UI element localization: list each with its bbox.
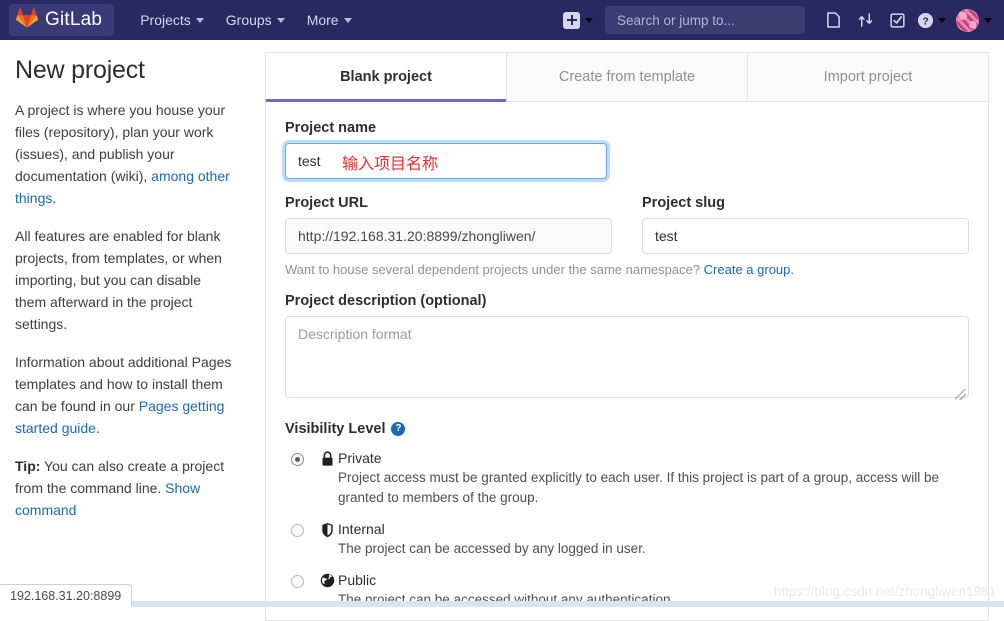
visibility-private-body: Private Project access must be granted e… xyxy=(338,450,969,508)
visibility-level-label: Visibility Level xyxy=(285,421,385,437)
search-input[interactable] xyxy=(615,12,796,29)
project-name-label: Project name xyxy=(285,120,969,136)
status-bar-text: 192.168.31.20:8899 xyxy=(10,589,121,603)
sidebar-paragraph-tip: Tip: You can also create a project from … xyxy=(15,455,232,521)
horizontal-scrollbar[interactable] xyxy=(0,601,1004,607)
visibility-private-desc: Project access must be granted explicitl… xyxy=(338,468,969,508)
watermark: https://blog.csdn.net/zhongliwen1981 xyxy=(774,584,996,599)
brand-label: GitLab xyxy=(45,9,102,31)
svg-text:?: ? xyxy=(922,16,928,27)
nav-groups-label: Groups xyxy=(226,12,272,28)
avatar xyxy=(956,9,979,32)
sidebar-paragraph-2: All features are enabled for blank proje… xyxy=(15,225,232,335)
project-url-label: Project URL xyxy=(285,195,612,211)
visibility-option-private[interactable]: Private Project access must be granted e… xyxy=(285,450,969,508)
tab-import-project[interactable]: Import project xyxy=(748,53,988,101)
user-menu[interactable] xyxy=(946,9,992,32)
main-content: Blank project Create from template Impor… xyxy=(265,52,989,621)
status-bar: 192.168.31.20:8899 xyxy=(0,584,132,607)
project-slug-group: Project slug xyxy=(642,195,969,254)
plus-square-icon xyxy=(563,12,580,29)
create-a-group-link[interactable]: Create a group. xyxy=(704,262,794,277)
radio-internal[interactable] xyxy=(291,524,304,537)
todos-icon[interactable] xyxy=(881,5,913,35)
project-description-textarea[interactable] xyxy=(285,316,969,398)
lock-icon xyxy=(316,451,338,508)
new-project-form: Project name 输入项目名称 Project URL Project … xyxy=(265,102,989,621)
gitlab-fox-logo xyxy=(16,7,38,33)
top-navbar: GitLab Projects Groups More xyxy=(0,0,1004,40)
nav-item-projects[interactable]: Projects xyxy=(130,3,214,37)
sidebar-info: New project A project is where you house… xyxy=(0,40,248,537)
tab-blank-project-label: Blank project xyxy=(340,69,432,85)
chevron-down-icon xyxy=(344,18,352,23)
nav-item-more[interactable]: More xyxy=(297,3,362,37)
issues-icon[interactable] xyxy=(817,5,849,35)
visibility-internal-name: Internal xyxy=(338,521,969,537)
visibility-private-name: Private xyxy=(338,450,969,466)
tab-import-project-label: Import project xyxy=(824,69,913,85)
radio-public[interactable] xyxy=(291,575,304,588)
url-slug-row: Project URL Project slug xyxy=(285,195,969,254)
page-body: New project A project is where you house… xyxy=(0,40,1004,607)
chevron-down-icon xyxy=(277,18,285,23)
namespace-hint-text: Want to house several dependent projects… xyxy=(285,262,704,277)
tab-create-from-template[interactable]: Create from template xyxy=(507,53,748,101)
project-name-input[interactable] xyxy=(285,143,607,179)
tab-blank-project[interactable]: Blank project xyxy=(266,53,507,101)
namespace-hint: Want to house several dependent projects… xyxy=(285,262,969,277)
visibility-internal-body: Internal The project can be accessed by … xyxy=(338,521,969,559)
chevron-down-icon xyxy=(938,18,946,23)
merge-requests-icon[interactable] xyxy=(849,5,881,35)
tab-create-from-template-label: Create from template xyxy=(559,69,695,85)
project-description-group: Project description (optional) xyxy=(285,293,969,403)
project-name-wrap: 输入项目名称 xyxy=(285,143,607,179)
question-circle-icon[interactable]: ? xyxy=(391,422,405,436)
shield-icon xyxy=(316,522,338,559)
project-description-wrap xyxy=(285,316,969,403)
sidebar-paragraph-1: A project is where you house your files … xyxy=(15,99,232,209)
visibility-internal-desc: The project can be accessed by any logge… xyxy=(338,539,969,559)
project-url-group: Project URL xyxy=(285,195,612,254)
primary-nav: Projects Groups More xyxy=(130,3,361,37)
visibility-level-header: Visibility Level ? xyxy=(285,421,969,437)
chevron-down-icon xyxy=(196,18,204,23)
nav-item-groups[interactable]: Groups xyxy=(216,3,295,37)
sidebar-p3-tail: . xyxy=(96,420,100,436)
project-type-tabs: Blank project Create from template Impor… xyxy=(265,52,989,102)
project-description-label: Project description (optional) xyxy=(285,293,969,309)
sidebar-paragraph-3: Information about additional Pages templ… xyxy=(15,351,232,439)
help-menu[interactable]: ? xyxy=(913,12,946,29)
nav-more-label: More xyxy=(307,12,339,28)
search-box[interactable] xyxy=(605,6,805,34)
chevron-down-icon xyxy=(984,18,992,23)
navbar-right: ? xyxy=(557,5,1004,35)
help-icon: ? xyxy=(917,12,934,29)
tip-label: Tip: xyxy=(15,458,40,474)
sidebar-p1-tail: . xyxy=(52,190,56,206)
project-url-input[interactable] xyxy=(285,218,612,254)
gitlab-home-link[interactable]: GitLab xyxy=(9,4,114,36)
new-item-button[interactable] xyxy=(557,8,599,33)
search-icon xyxy=(796,13,797,27)
visibility-option-internal[interactable]: Internal The project can be accessed by … xyxy=(285,521,969,559)
chevron-down-icon xyxy=(585,18,593,23)
page-title: New project xyxy=(15,56,232,85)
radio-private[interactable] xyxy=(291,453,304,466)
nav-projects-label: Projects xyxy=(140,12,191,28)
project-slug-label: Project slug xyxy=(642,195,969,211)
project-slug-input[interactable] xyxy=(642,218,969,254)
